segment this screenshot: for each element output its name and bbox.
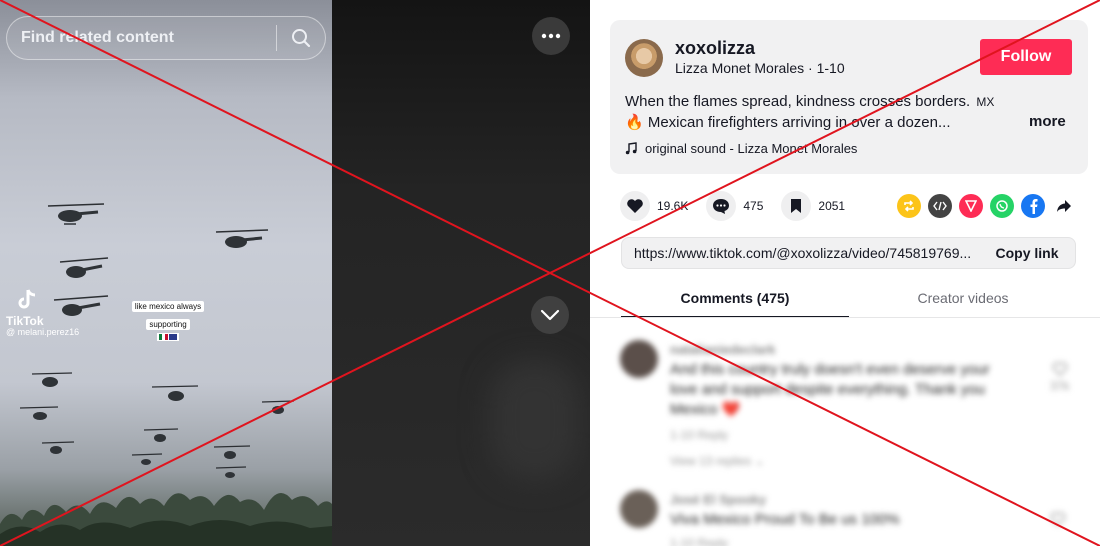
more-options-button[interactable] (532, 17, 570, 55)
action-bar: 19.6K 475 2051 (620, 191, 863, 221)
commenter-avatar[interactable] (620, 340, 658, 378)
flag-emojis-icon (157, 333, 179, 341)
video-link-box[interactable]: https://www.tiktok.com/@xoxolizza/video/… (621, 237, 1076, 269)
helicopter-shape (143, 428, 179, 442)
search-input[interactable]: Find related content (7, 29, 276, 47)
whatsapp-icon[interactable] (990, 194, 1014, 218)
heart-outline-icon (1050, 512, 1066, 526)
tab-comments[interactable]: Comments (475) (621, 282, 849, 318)
search-bar[interactable]: Find related content (6, 16, 326, 60)
video-caption-sticker: like mexico always supporting (128, 296, 208, 341)
tab-divider (590, 317, 1100, 318)
comment-bubble-icon (713, 198, 730, 214)
comment-text: And this country truly doesn't even dese… (670, 361, 990, 418)
tree-tops-shape (0, 492, 332, 546)
post-info-card: xoxolizza Lizza Monet Morales · 1-10 Fol… (610, 20, 1088, 174)
chevron-down-icon (540, 309, 560, 321)
search-button[interactable] (277, 16, 325, 60)
description-suffix: MX (976, 95, 995, 109)
tab-creator-videos[interactable]: Creator videos (849, 282, 1077, 318)
helicopter-shape (19, 406, 59, 420)
more-link[interactable]: more (1029, 113, 1066, 130)
comment-text: Viva Mexico Proud To Be us 100% (670, 511, 900, 528)
avatar[interactable] (625, 39, 663, 77)
facebook-icon[interactable] (1021, 194, 1045, 218)
follow-button[interactable]: Follow (980, 39, 1072, 75)
details-panel: xoxolizza Lizza Monet Morales · 1-10 Fol… (590, 0, 1100, 546)
save-count: 2051 (818, 199, 846, 213)
share-arrow-icon[interactable] (1052, 194, 1076, 218)
send-icon[interactable] (959, 194, 983, 218)
tiktok-wordmark: TikTok (6, 314, 44, 328)
like-count: 19.6K (657, 199, 689, 213)
sticker-text-line2: supporting (146, 319, 190, 330)
next-video-button[interactable] (531, 296, 569, 334)
comment-item: natalianiedeclark And this country truly… (620, 336, 1090, 486)
video-link-url[interactable]: https://www.tiktok.com/@xoxolizza/video/… (622, 245, 979, 261)
helicopter-shape (31, 372, 73, 387)
heart-outline-icon (1052, 362, 1068, 376)
commenter-avatar[interactable] (620, 490, 658, 528)
save-button[interactable] (781, 191, 812, 221)
comment-list: natalianiedeclark And this country truly… (620, 336, 1090, 546)
like-button[interactable] (620, 191, 650, 221)
helicopter-shape (261, 400, 295, 414)
helicopter-shape (213, 445, 251, 459)
comment-like[interactable]: 37k (1050, 362, 1069, 393)
commenter-name[interactable]: natalianiedeclark (670, 342, 776, 357)
commenter-name[interactable]: José El Spooky (670, 492, 766, 507)
helicopter-shape (59, 257, 109, 278)
description-text: When the flames spread, kindness crosses… (625, 93, 971, 110)
helicopter-shape (41, 441, 75, 454)
ellipsis-icon (541, 33, 561, 39)
video-side-background (332, 0, 590, 546)
tiktok-logo-icon (18, 289, 36, 309)
tab-bar: Comments (475) Creator videos (621, 282, 1077, 318)
helicopter-shape (47, 203, 105, 225)
heart-icon (627, 199, 643, 213)
search-icon (292, 29, 311, 48)
comment-meta[interactable]: 1-10 Reply (670, 536, 728, 546)
comment-count: 475 (743, 199, 764, 213)
background-blur (490, 360, 580, 480)
video-player[interactable]: TikTok @ melani.perez16 like mexico alwa… (0, 0, 332, 546)
comment-button[interactable] (706, 191, 737, 221)
share-icons-row (897, 194, 1076, 218)
description-line2: 🔥 Mexican firefighters arriving in over … (625, 114, 951, 131)
music-title: original sound - Lizza Monet Morales (645, 141, 858, 156)
comment-like-count: 37k (1050, 379, 1070, 393)
tiktok-watermark: TikTok @ melani.perez16 (6, 288, 88, 338)
embed-icon[interactable] (928, 194, 952, 218)
helicopter-shape (131, 453, 163, 465)
copy-link-button[interactable]: Copy link (979, 245, 1075, 261)
watermark-username: @ melani.perez16 (6, 327, 80, 337)
like-action[interactable]: 19.6K (620, 191, 688, 221)
comment-action[interactable]: 475 (706, 191, 763, 221)
comment-item: José El Spooky Viva Mexico Proud To Be u… (620, 486, 1090, 546)
description-line1: When the flames spread, kindness crosses… (625, 93, 994, 110)
author-name-date: Lizza Monet Morales · 1-10 (675, 60, 845, 76)
helicopter-shape (151, 385, 199, 401)
bookmark-icon (791, 199, 802, 213)
tiktok-page: TikTok @ melani.perez16 like mexico alwa… (0, 0, 1100, 546)
view-replies-link[interactable]: View 13 replies ⌄ (670, 454, 765, 468)
music-note-icon (625, 142, 637, 155)
save-action[interactable]: 2051 (781, 191, 845, 221)
comment-like[interactable] (1050, 512, 1066, 529)
comment-meta[interactable]: 1-10 Reply (670, 428, 728, 442)
music-row[interactable]: original sound - Lizza Monet Morales (625, 141, 857, 156)
helicopter-shape (215, 229, 269, 248)
sticker-text-line1: like mexico always (131, 301, 205, 312)
repost-icon[interactable] (897, 194, 921, 218)
username-link[interactable]: xoxolizza (675, 38, 755, 59)
